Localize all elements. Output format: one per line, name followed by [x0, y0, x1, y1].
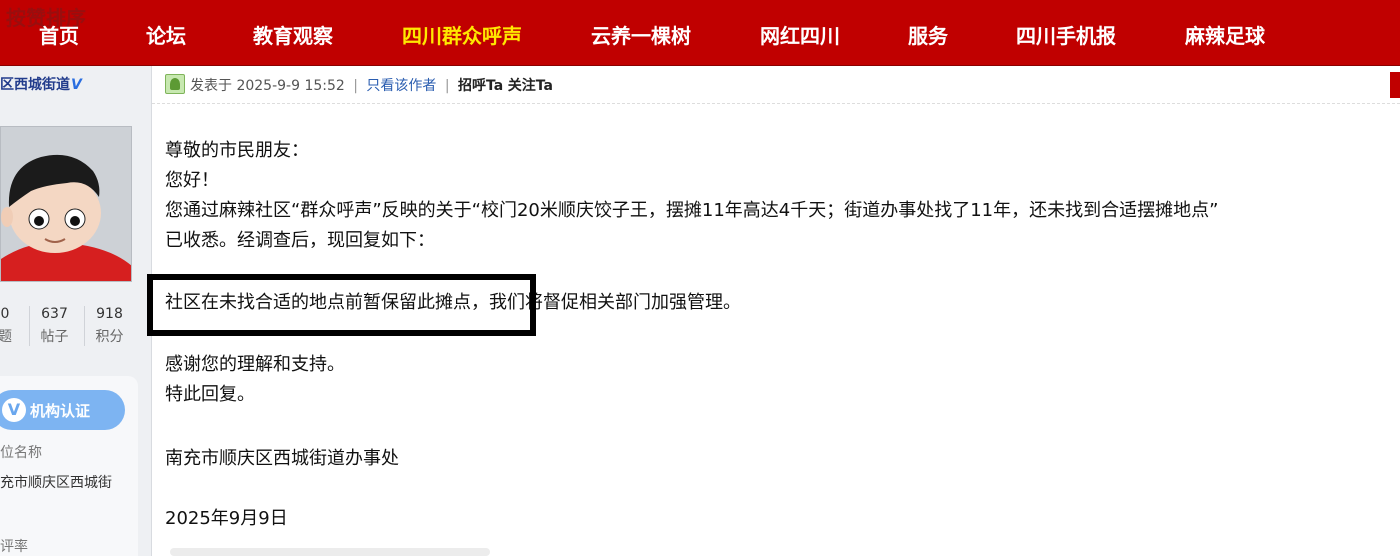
divider: |: [353, 78, 358, 94]
scroll-shadow: [170, 548, 490, 556]
unit-name-label: 位名称: [0, 445, 42, 461]
salutation: 尊敬的市民朋友：: [165, 140, 309, 161]
nav-item-influencer[interactable]: 网红四川: [760, 20, 840, 49]
follow-link[interactable]: 关注Ta: [508, 78, 553, 94]
post-meta: 发表于 2025-9-9 15:52 | 只看该作者 | 招呼Ta 关注Ta: [190, 75, 553, 95]
nav-item-education[interactable]: 教育观察: [253, 20, 333, 49]
reply-close-line: 特此回复。: [165, 384, 255, 405]
post-timestamp: 2025-9-9 15:52: [236, 78, 345, 94]
greet-link[interactable]: 招呼Ta: [458, 78, 503, 94]
only-author-link[interactable]: 只看该作者: [366, 78, 436, 94]
verified-icon: V: [71, 77, 82, 93]
post-date: 2025年9月9日: [165, 508, 288, 529]
stat-posts[interactable]: 637 帖子: [29, 306, 79, 346]
thanks-line: 感谢您的理解和支持。: [165, 354, 345, 375]
post-header: 发表于 2025-9-9 15:52 | 只看该作者 | 招呼Ta 关注Ta: [152, 66, 1400, 104]
nav-item-public-voice[interactable]: 四川群众呼声: [402, 20, 522, 49]
signature: 南充市顺庆区西城街道办事处: [165, 448, 399, 469]
nav-item-forum[interactable]: 论坛: [146, 20, 186, 49]
author-sidebar: 区西城街道V 0 题 637 帖子 918 积分 V 机构认证 位名称 充市顺庆…: [0, 66, 152, 556]
unit-name-value: 充市顺庆区西城街: [0, 475, 112, 491]
cartoon-avatar-icon: [1, 127, 131, 281]
certification-panel: V 机构认证 位名称 充市顺庆区西城街 评率: [0, 376, 138, 556]
stat-points-label: 积分: [95, 329, 124, 345]
top-navigation-bar: 按赞排序 首页 论坛 教育观察 四川群众呼声 云养一棵树 网红四川 服务 四川手…: [0, 0, 1400, 66]
author-stats: 0 题 637 帖子 918 积分: [0, 306, 150, 354]
author-name[interactable]: 区西城街道V: [0, 74, 82, 94]
nav-item-service[interactable]: 服务: [908, 20, 948, 49]
verified-badge-icon: V: [2, 398, 26, 422]
rate-label: 评率: [0, 539, 28, 555]
nav-item-mobile-news[interactable]: 四川手机报: [1016, 20, 1116, 49]
nav-item-tree[interactable]: 云养一棵树: [591, 20, 691, 49]
stat-posts-value: 637: [41, 306, 68, 322]
author-name-text[interactable]: 区西城街道: [0, 77, 70, 93]
stat-points-value: 918: [96, 306, 123, 322]
org-certification-label: 机构认证: [30, 402, 91, 420]
body-paragraph-1: 您通过麻辣社区“群众呼声”反映的关于“校门20米顺庆饺子王，摆摊11年高达4千天…: [165, 200, 1219, 221]
divider: |: [444, 78, 450, 94]
avatar[interactable]: [0, 126, 132, 282]
nav-item-home[interactable]: 首页: [39, 20, 79, 49]
greeting: 您好！: [165, 170, 219, 191]
online-status-icon: [165, 74, 185, 94]
body-paragraph-2: 已收悉。经调查后，现回复如下：: [165, 230, 435, 251]
right-edge-badge: [1390, 72, 1400, 98]
posted-prefix: 发表于: [190, 78, 232, 94]
stat-topics-value: 0: [0, 306, 10, 322]
stat-posts-label: 帖子: [40, 329, 69, 345]
highlight-box: [147, 274, 536, 336]
stat-topics-label: 题: [0, 329, 12, 345]
org-certification-button[interactable]: V 机构认证: [0, 390, 125, 430]
nav-item-football[interactable]: 麻辣足球: [1185, 20, 1265, 49]
stat-topics[interactable]: 0 题: [0, 306, 30, 346]
stat-points[interactable]: 918 积分: [84, 306, 134, 346]
